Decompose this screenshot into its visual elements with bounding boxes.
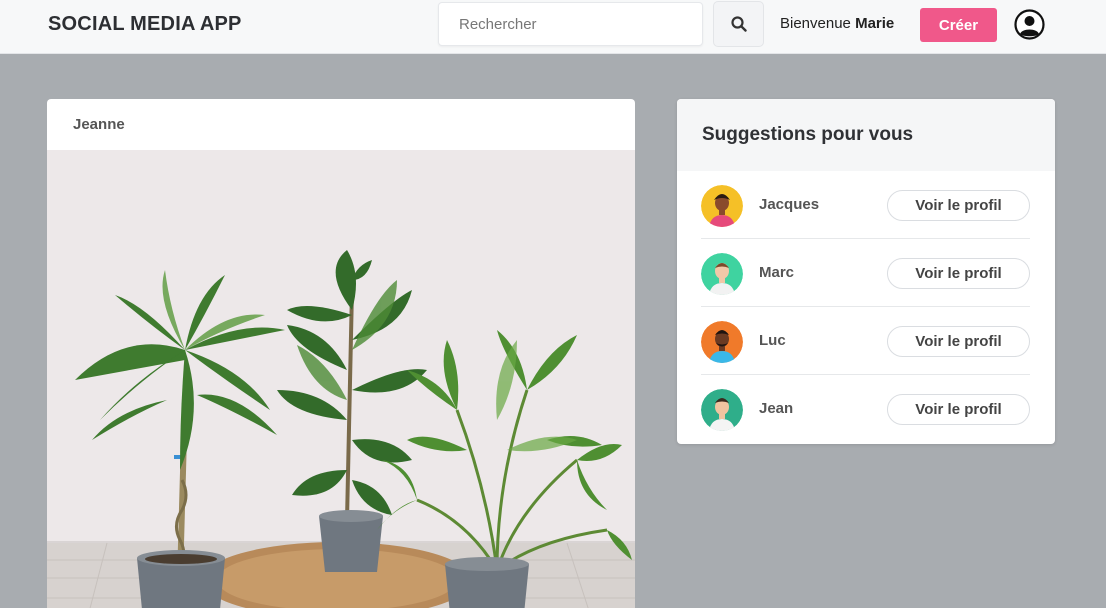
suggestions-header: Suggestions pour vous	[677, 99, 1055, 171]
suggestion-name[interactable]: Marc	[759, 264, 794, 281]
avatar-jacques[interactable]	[701, 185, 743, 227]
avatar-marc[interactable]	[701, 253, 743, 295]
suggestion-name[interactable]: Jacques	[759, 196, 819, 213]
search-button[interactable]	[713, 1, 764, 47]
suggestion-name[interactable]: Luc	[759, 332, 786, 349]
suggestion-row-marc: Marc Voir le profil	[701, 239, 1030, 307]
welcome-username: Marie	[855, 15, 895, 32]
create-button[interactable]: Créer	[920, 8, 997, 42]
avatar-luc[interactable]	[701, 321, 743, 363]
search-icon	[730, 16, 747, 32]
user-menu-button[interactable]	[1014, 9, 1045, 40]
post-image[interactable]	[47, 150, 635, 608]
suggestions-title: Suggestions pour vous	[702, 124, 914, 145]
post-card: Jeanne	[47, 99, 635, 608]
top-navbar: SOCIAL MEDIA APP Bienvenue Marie Créer	[0, 0, 1106, 54]
view-profile-button[interactable]: Voir le profil	[887, 326, 1030, 357]
post-author[interactable]: Jeanne	[73, 116, 125, 133]
user-circle-icon	[1014, 9, 1045, 40]
suggestions-card: Suggestions pour vous Jacques Voir le pr…	[677, 99, 1055, 444]
search-input[interactable]	[438, 2, 703, 46]
view-profile-button[interactable]: Voir le profil	[887, 190, 1030, 221]
view-profile-button[interactable]: Voir le profil	[887, 394, 1030, 425]
suggestion-row-jacques: Jacques Voir le profil	[701, 171, 1030, 239]
welcome-prefix: Bienvenue	[780, 15, 851, 32]
suggestion-row-luc: Luc Voir le profil	[701, 307, 1030, 375]
view-profile-button[interactable]: Voir le profil	[887, 258, 1030, 289]
avatar-jean[interactable]	[701, 389, 743, 431]
suggestion-name[interactable]: Jean	[759, 400, 793, 417]
app-brand[interactable]: SOCIAL MEDIA APP	[48, 13, 242, 36]
welcome-text: Bienvenue Marie	[780, 15, 894, 32]
suggestion-row-jean: Jean Voir le profil	[701, 375, 1030, 443]
